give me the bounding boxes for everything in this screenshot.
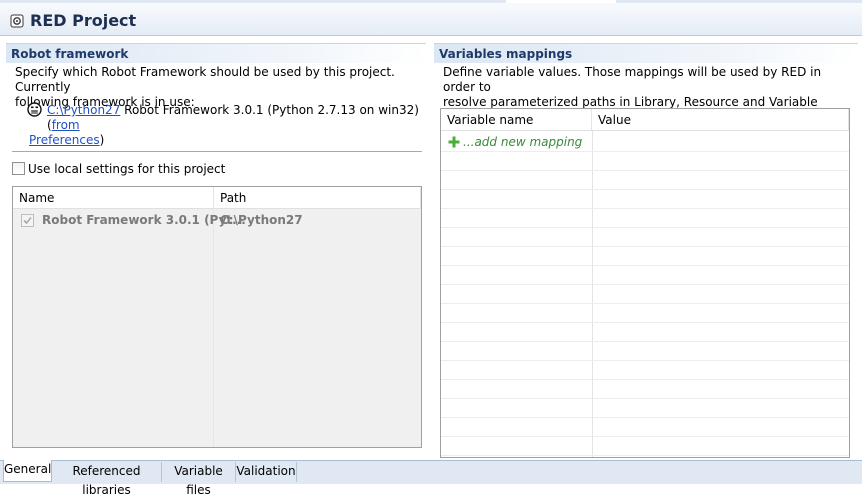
- use-local-settings-checkbox[interactable]: [12, 162, 25, 175]
- plus-icon[interactable]: [448, 136, 460, 148]
- tab-referenced-libraries[interactable]: Referenced libraries: [52, 462, 162, 497]
- preferences-link[interactable]: Preferences: [29, 133, 100, 147]
- tab-validation[interactable]: Validation: [236, 462, 297, 482]
- variables-table[interactable]: Variable name Value ...add new mapping: [440, 108, 850, 458]
- tab-general[interactable]: General: [3, 460, 52, 482]
- project-gear-icon: [10, 14, 24, 28]
- framework-row-path: C:\Python27: [220, 213, 303, 227]
- variables-description-line1: Define variable values. Those mappings w…: [443, 65, 822, 94]
- framework-row-name: Robot Framework 3.0.1 (Pyt...: [42, 213, 246, 227]
- table-row[interactable]: Robot Framework 3.0.1 (Pyt... C:\Python2…: [13, 210, 421, 230]
- table-row-gridline: [441, 303, 849, 304]
- table-row-gridline: [441, 341, 849, 342]
- table-row-gridline: [441, 227, 849, 228]
- header-top-gap: [506, 0, 616, 3]
- table-row-gridline: [441, 417, 849, 418]
- robot-framework-section-header: Robot framework: [6, 43, 426, 63]
- add-mapping-row[interactable]: ...add new mapping: [441, 132, 849, 151]
- table-row-gridline: [441, 151, 849, 152]
- column-divider: [213, 209, 214, 447]
- robot-framework-section-title: Robot framework: [11, 47, 129, 61]
- column-header-name[interactable]: Name: [13, 187, 214, 209]
- table-row-gridline: [441, 398, 849, 399]
- page-title: RED Project: [30, 11, 137, 30]
- variables-section-header: Variables mappings: [434, 43, 858, 63]
- editor-header: RED Project: [0, 0, 862, 36]
- table-row-gridline: [441, 379, 849, 380]
- table-row-gridline: [441, 284, 849, 285]
- robot-framework-description-line1: Specify which Robot Framework should be …: [15, 65, 395, 94]
- section-separator: [12, 151, 422, 152]
- checkmark-icon[interactable]: [21, 214, 34, 227]
- framework-table[interactable]: Name Path Robot Framework 3.0.1 (Pyt... …: [12, 186, 422, 448]
- editor-tabs: General Referenced libraries Variable fi…: [0, 460, 862, 497]
- column-divider: [592, 131, 593, 457]
- tab-variable-files[interactable]: Variable files: [162, 462, 236, 497]
- python-path-link[interactable]: C:\Python27: [47, 103, 120, 117]
- column-header-value[interactable]: Value: [592, 109, 849, 131]
- table-row-gridline: [441, 455, 849, 456]
- from-preferences-link[interactable]: from: [52, 118, 80, 132]
- column-header-path[interactable]: Path: [214, 187, 421, 209]
- table-row-gridline: [441, 265, 849, 266]
- table-row-gridline: [441, 360, 849, 361]
- table-row-gridline: [441, 322, 849, 323]
- header-top-edge: [0, 0, 862, 3]
- table-row-gridline: [441, 170, 849, 171]
- table-row-gridline: [441, 246, 849, 247]
- use-local-settings-label: Use local settings for this project: [28, 162, 226, 176]
- framework-in-use: C:\Python27 Robot Framework 3.0.1 (Pytho…: [27, 102, 429, 148]
- variables-section-title: Variables mappings: [439, 47, 573, 61]
- table-row-gridline: [441, 189, 849, 190]
- column-header-variable-name[interactable]: Variable name: [441, 109, 592, 131]
- table-row-gridline: [441, 436, 849, 437]
- closing-paren: ): [99, 133, 105, 147]
- table-row-gridline: [441, 208, 849, 209]
- add-mapping-label[interactable]: ...add new mapping: [463, 135, 582, 149]
- robot-face-icon: [27, 102, 42, 117]
